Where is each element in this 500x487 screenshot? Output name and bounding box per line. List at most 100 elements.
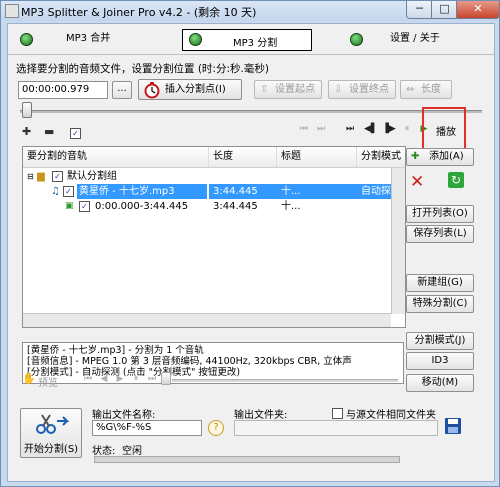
group-row[interactable]: ⊟ ▆ ✓ 默认分割组 [23, 169, 405, 184]
insert-split-point-label: 插入分割点(I) [165, 84, 226, 95]
col-header-track[interactable]: 要分割的音轨 [23, 147, 209, 167]
remove-point-icon[interactable]: ▬ [44, 125, 54, 138]
preview-label[interactable]: 预览 [38, 374, 58, 389]
browse-button[interactable]: ... [112, 81, 132, 99]
preview-slider-thumb[interactable] [161, 372, 171, 385]
length-label: 长度 [421, 84, 441, 95]
position-slider-track[interactable] [20, 110, 482, 113]
mode-join-tab[interactable]: MP3 合并 [66, 29, 110, 49]
folder-icon: ▆ [37, 171, 45, 182]
app-icon [5, 4, 19, 18]
set-end-button[interactable]: ⇩ 设置终点 [328, 80, 396, 99]
split-time-input[interactable]: 00:00:00.979 [18, 81, 108, 99]
same-folder-label[interactable]: 与源文件相同文件夹 [346, 406, 436, 421]
expand-icon[interactable]: ⊟ [27, 169, 34, 184]
start-split-button[interactable]: 开始分割(S) [20, 408, 82, 458]
pause-icon[interactable]: ⏸ [401, 124, 413, 134]
preview-end-icon[interactable]: ⏭ [146, 374, 158, 384]
segment-range: 0:00.000-3:44.445 [95, 201, 189, 212]
col-header-title[interactable]: 标题 [277, 147, 357, 167]
save-disk-icon[interactable] [444, 417, 462, 435]
open-list-button[interactable]: 打开列表(O) [406, 205, 474, 223]
instructions-text: 选择要分割的音频文件，设置分割位置 (时:分:秒.毫秒) [16, 63, 269, 75]
add-point-icon[interactable]: ✚ [22, 125, 31, 138]
client-area: MP3 合并 MP3 分割 设置 / 关于 选择要分割的音频文件，设置分割位置 … [7, 23, 495, 482]
go-start-icon[interactable]: ⏮ [298, 124, 310, 134]
go-end-icon[interactable]: ⏭ [315, 124, 327, 134]
same-folder-checkbox[interactable] [332, 408, 343, 419]
preview-back-icon[interactable]: ◀ [98, 374, 110, 384]
col-header-mode[interactable]: 分割模式 [357, 147, 405, 167]
preview-slider-track[interactable] [172, 379, 398, 382]
minimize-button[interactable]: ─ [406, 1, 433, 19]
refresh-icon[interactable]: ↻ [448, 172, 464, 188]
segment-row[interactable]: ▣ ✓ 0:00.000-3:44.445 3:44.445 十... [23, 199, 405, 214]
highlight-box [422, 107, 466, 150]
track-row[interactable]: ♫ ✓ 黄星侨 - 十七岁.mp3 3:44.445 十... 自动探测 [23, 184, 405, 199]
position-slider-thumb[interactable] [22, 102, 32, 118]
preview-forward-icon[interactable]: ▶ [114, 374, 126, 384]
segment-icon: ▣ [65, 201, 74, 211]
delete-icon[interactable]: ✕ [410, 172, 424, 192]
preview-start-icon[interactable]: ⏮ [82, 374, 94, 384]
help-icon[interactable]: ? [208, 420, 224, 436]
new-group-button[interactable]: 新建组(G) [406, 274, 474, 292]
set-start-button[interactable]: ⇧ 设置起点 [254, 80, 322, 99]
add-button[interactable]: ✚ 添加(A) [406, 148, 474, 166]
track-checkbox[interactable]: ✓ [63, 186, 74, 197]
app-window: MP3 Splitter & Joiner Pro v4.2 - (剩余 10 … [0, 0, 500, 487]
id3-button[interactable]: ID3 [406, 352, 474, 370]
previous-icon[interactable]: ⏭ [344, 124, 356, 134]
length-button[interactable]: ⇔ 长度 [400, 80, 452, 99]
arrows-icon: ⇔ [406, 84, 415, 95]
title-bar: MP3 Splitter & Joiner Pro v4.2 - (剩余 10 … [1, 1, 500, 21]
start-split-label: 开始分割(S) [23, 444, 79, 455]
segment-checkbox[interactable]: ✓ [79, 201, 90, 212]
info-panel: [黄星侨 - 十七岁.mp3] - 分割为 1 个音轨 [音频信息] - MPE… [22, 342, 404, 384]
track-name: 黄星侨 - 十七岁.mp3 [77, 184, 207, 199]
vertical-scrollbar[interactable] [391, 168, 405, 314]
arrow-up-icon: ⇧ [260, 84, 269, 95]
track-list-header: 要分割的音轨 长度 标题 分割模式 [23, 147, 405, 168]
save-list-button[interactable]: 保存列表(L) [406, 225, 474, 243]
rewind-icon[interactable]: ◀▌ [364, 124, 378, 134]
preview-hand-icon: ✋ [22, 372, 36, 385]
preview-pause-icon[interactable]: ⏸ [130, 374, 142, 384]
set-end-label: 设置终点 [349, 84, 389, 95]
track-list[interactable]: 要分割的音轨 长度 标题 分割模式 ⊟ ▆ ✓ 默认分割组 ♫ ✓ 黄星侨 - … [22, 146, 406, 328]
set-start-label: 设置起点 [275, 84, 315, 95]
select-all-checkbox[interactable]: ✓ [70, 128, 81, 139]
join-led-icon [20, 33, 33, 46]
mode-settings-tab[interactable]: 设置 / 关于 [390, 29, 440, 49]
segment-title: 十... [281, 201, 301, 212]
close-button[interactable]: ✕ [456, 1, 500, 19]
info-line: [黄星侨 - 十七岁.mp3] - 分割为 1 个音轨 [27, 345, 204, 356]
track-length: 3:44.445 [209, 184, 281, 199]
info-line: [音频信息] - MPEG 1.0 第 3 层音频编码, 44100Hz, 32… [27, 356, 352, 367]
col-header-length[interactable]: 长度 [209, 147, 277, 167]
output-filename-input[interactable]: %G\%F-%S [92, 420, 202, 436]
move-button[interactable]: 移动(M) [406, 374, 474, 392]
music-note-icon: ♫ [51, 186, 60, 197]
track-title: 十... [277, 184, 361, 199]
output-folder-label: 输出文件夹: [234, 410, 288, 421]
mode-bar: MP3 合并 MP3 分割 设置 / 关于 [8, 24, 494, 55]
group-checkbox[interactable]: ✓ [52, 171, 63, 182]
stopwatch-icon [144, 82, 160, 99]
forward-icon[interactable]: ▐▶ [382, 124, 396, 134]
mode-split-tab[interactable]: MP3 分割 [182, 29, 312, 51]
add-icon: ✚ [411, 151, 420, 162]
segment-length: 3:44.445 [213, 201, 258, 212]
arrow-down-icon: ⇩ [334, 84, 343, 95]
add-label: 添加(A) [429, 151, 464, 162]
special-split-button[interactable]: 特殊分割(C) [406, 295, 474, 313]
insert-split-point-button[interactable]: 插入分割点(I) [138, 79, 242, 100]
window-title: MP3 Splitter & Joiner Pro v4.2 - (剩余 10 … [21, 6, 257, 19]
maximize-button[interactable]: □ [431, 1, 458, 19]
output-folder-input[interactable] [234, 420, 438, 436]
status-label: 状态: [92, 446, 116, 457]
split-led-icon [189, 33, 202, 46]
horizontal-scrollbar[interactable] [23, 313, 391, 327]
settings-led-icon [350, 33, 363, 46]
split-mode-button[interactable]: 分割模式(J) [406, 332, 474, 350]
